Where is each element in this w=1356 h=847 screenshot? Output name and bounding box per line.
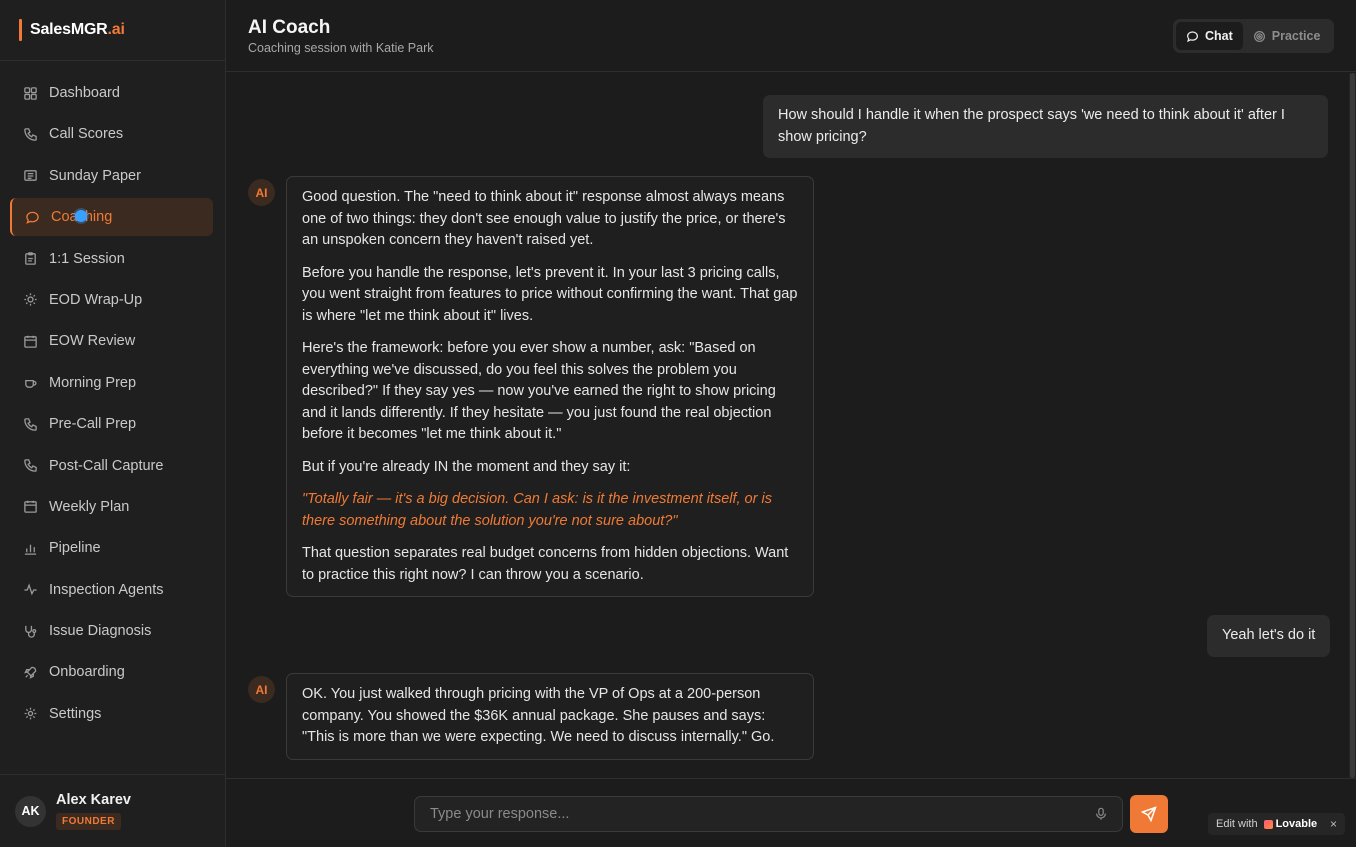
page-subtitle: Coaching session with Katie Park <box>248 41 434 55</box>
ai-message-paragraph: Before you handle the response, let's pr… <box>302 264 798 324</box>
chat-thread[interactable]: How should I handle it when the prospect… <box>226 73 1349 778</box>
stethoscope-icon <box>22 623 38 639</box>
ai-message-paragraph: OK. You just walked through pricing with… <box>302 686 775 745</box>
phone-icon <box>22 458 38 474</box>
grid-icon <box>22 85 38 101</box>
sidebar-item-label: Issue Diagnosis <box>49 623 152 640</box>
sidebar-item-label: Post-Call Capture <box>49 457 164 474</box>
clipboard-icon <box>22 251 38 267</box>
sidebar-item-dashboard[interactable]: Dashboard <box>10 74 213 112</box>
sidebar-item-label: Onboarding <box>49 664 125 681</box>
sidebar-item-eod-wrap-up[interactable]: EOD Wrap-Up <box>10 281 213 319</box>
gear-icon <box>22 706 38 722</box>
ai-avatar: AI <box>248 676 275 703</box>
chat-scrollbar[interactable] <box>1349 73 1356 778</box>
sidebar-item-label: EOW Review <box>49 333 136 350</box>
composer <box>226 778 1356 847</box>
ai-message: OK. You just walked through pricing with… <box>286 673 814 760</box>
scrollbar-thumb[interactable] <box>1350 73 1355 778</box>
newspaper-icon <box>22 168 38 184</box>
calendar-icon <box>22 333 38 349</box>
chat-bubble-icon <box>24 209 40 225</box>
sidebar-item-label: Weekly Plan <box>49 498 130 515</box>
ai-message-paragraph: But if you're already IN the moment and … <box>302 458 631 475</box>
sidebar-item-label: EOD Wrap-Up <box>49 291 143 308</box>
activity-icon <box>22 582 38 598</box>
target-icon <box>1253 30 1265 42</box>
sidebar-item-coaching[interactable]: Coaching <box>10 198 213 237</box>
ai-message: Good question. The "need to think about … <box>286 176 814 597</box>
message-input[interactable] <box>415 797 1122 831</box>
heart-icon <box>1263 819 1273 829</box>
user-message: How should I handle it when the prospect… <box>763 95 1328 158</box>
sidebar-item-label: Call Scores <box>49 126 124 143</box>
message-input-wrapper <box>414 796 1123 832</box>
user-role-badge: FOUNDER <box>56 813 121 830</box>
sidebar-item-label: Dashboard <box>49 85 120 101</box>
sidebar-item-settings[interactable]: Settings <box>10 695 213 733</box>
sidebar-item-weekly-plan[interactable]: Weekly Plan <box>10 488 213 526</box>
rocket-icon <box>22 664 38 680</box>
user-profile[interactable]: AK Alex Karev FOUNDER <box>0 774 226 847</box>
coffee-icon <box>22 375 38 391</box>
sidebar-item-label: Pre-Call Prep <box>49 416 137 433</box>
sidebar-item-post-call-capture[interactable]: Post-Call Capture <box>10 447 213 485</box>
sidebar-item-label: 1:1 Session <box>49 250 125 267</box>
sidebar-item-label: Sunday Paper <box>49 167 141 184</box>
microphone-icon[interactable] <box>1094 807 1108 821</box>
sidebar-item-label: Settings <box>49 705 102 722</box>
tab-label: Chat <box>1205 29 1233 43</box>
sidebar-item-sunday-paper[interactable]: Sunday Paper <box>10 157 213 195</box>
send-button[interactable] <box>1130 795 1168 833</box>
sidebar-item-label: Morning Prep <box>49 374 137 391</box>
sidebar-item-label: Pipeline <box>49 540 101 557</box>
sidebar-item-eow-review[interactable]: EOW Review <box>10 322 213 360</box>
brand-name: SalesMGR.ai <box>30 21 125 38</box>
sidebar: SalesMGR.ai Dashboard Call Scores Sunday… <box>0 0 226 847</box>
sidebar-item-pipeline[interactable]: Pipeline <box>10 529 213 567</box>
sun-icon <box>22 292 38 308</box>
tab-practice[interactable]: Practice <box>1243 22 1331 50</box>
lovable-prefix: Edit with <box>1216 818 1258 830</box>
page-title: AI Coach <box>248 17 331 38</box>
calendar-icon <box>22 499 38 515</box>
lovable-badge[interactable]: Edit with Lovable × <box>1208 813 1345 835</box>
tab-chat[interactable]: Chat <box>1176 22 1243 50</box>
ai-avatar: AI <box>248 179 275 206</box>
lovable-brand: Lovable <box>1263 818 1317 830</box>
ai-message-paragraph: Here's the framework: before you ever sh… <box>302 340 776 442</box>
user-message: Yeah let's do it <box>1207 615 1331 657</box>
phone-icon <box>22 416 38 432</box>
sidebar-item-call-scores[interactable]: Call Scores <box>10 115 213 153</box>
logo-accent-bar <box>19 19 22 41</box>
ai-message-paragraph: That question separates real budget conc… <box>302 545 789 583</box>
sidebar-nav: Dashboard Call Scores Sunday Paper Coach… <box>0 61 225 733</box>
sidebar-item-inspection-agents[interactable]: Inspection Agents <box>10 571 213 609</box>
mode-toggle: Chat Practice <box>1173 19 1334 53</box>
sidebar-item-issue-diagnosis[interactable]: Issue Diagnosis <box>10 612 213 650</box>
user-name: Alex Karev <box>56 792 131 808</box>
page-header: AI Coach Coaching session with Katie Par… <box>226 0 1356 72</box>
avatar: AK <box>15 795 46 827</box>
brand-logo[interactable]: SalesMGR.ai <box>0 0 225 61</box>
sidebar-item-label: Inspection Agents <box>49 581 164 598</box>
sidebar-item-pre-call-prep[interactable]: Pre-Call Prep <box>10 405 213 443</box>
chat-bubble-icon <box>1187 30 1198 42</box>
sidebar-item-morning-prep[interactable]: Morning Prep <box>10 364 213 402</box>
sidebar-item-onboarding[interactable]: Onboarding <box>10 653 213 691</box>
close-icon[interactable]: × <box>1330 817 1337 831</box>
phone-icon <box>22 126 38 142</box>
send-icon <box>1141 806 1157 822</box>
ai-message-quote: "Totally fair — it's a big decision. Can… <box>302 491 772 529</box>
tab-label: Practice <box>1271 29 1321 43</box>
bar-chart-icon <box>22 540 38 556</box>
sidebar-item-one-on-one[interactable]: 1:1 Session <box>10 240 213 278</box>
ai-message-paragraph: Good question. The "need to think about … <box>302 189 786 248</box>
